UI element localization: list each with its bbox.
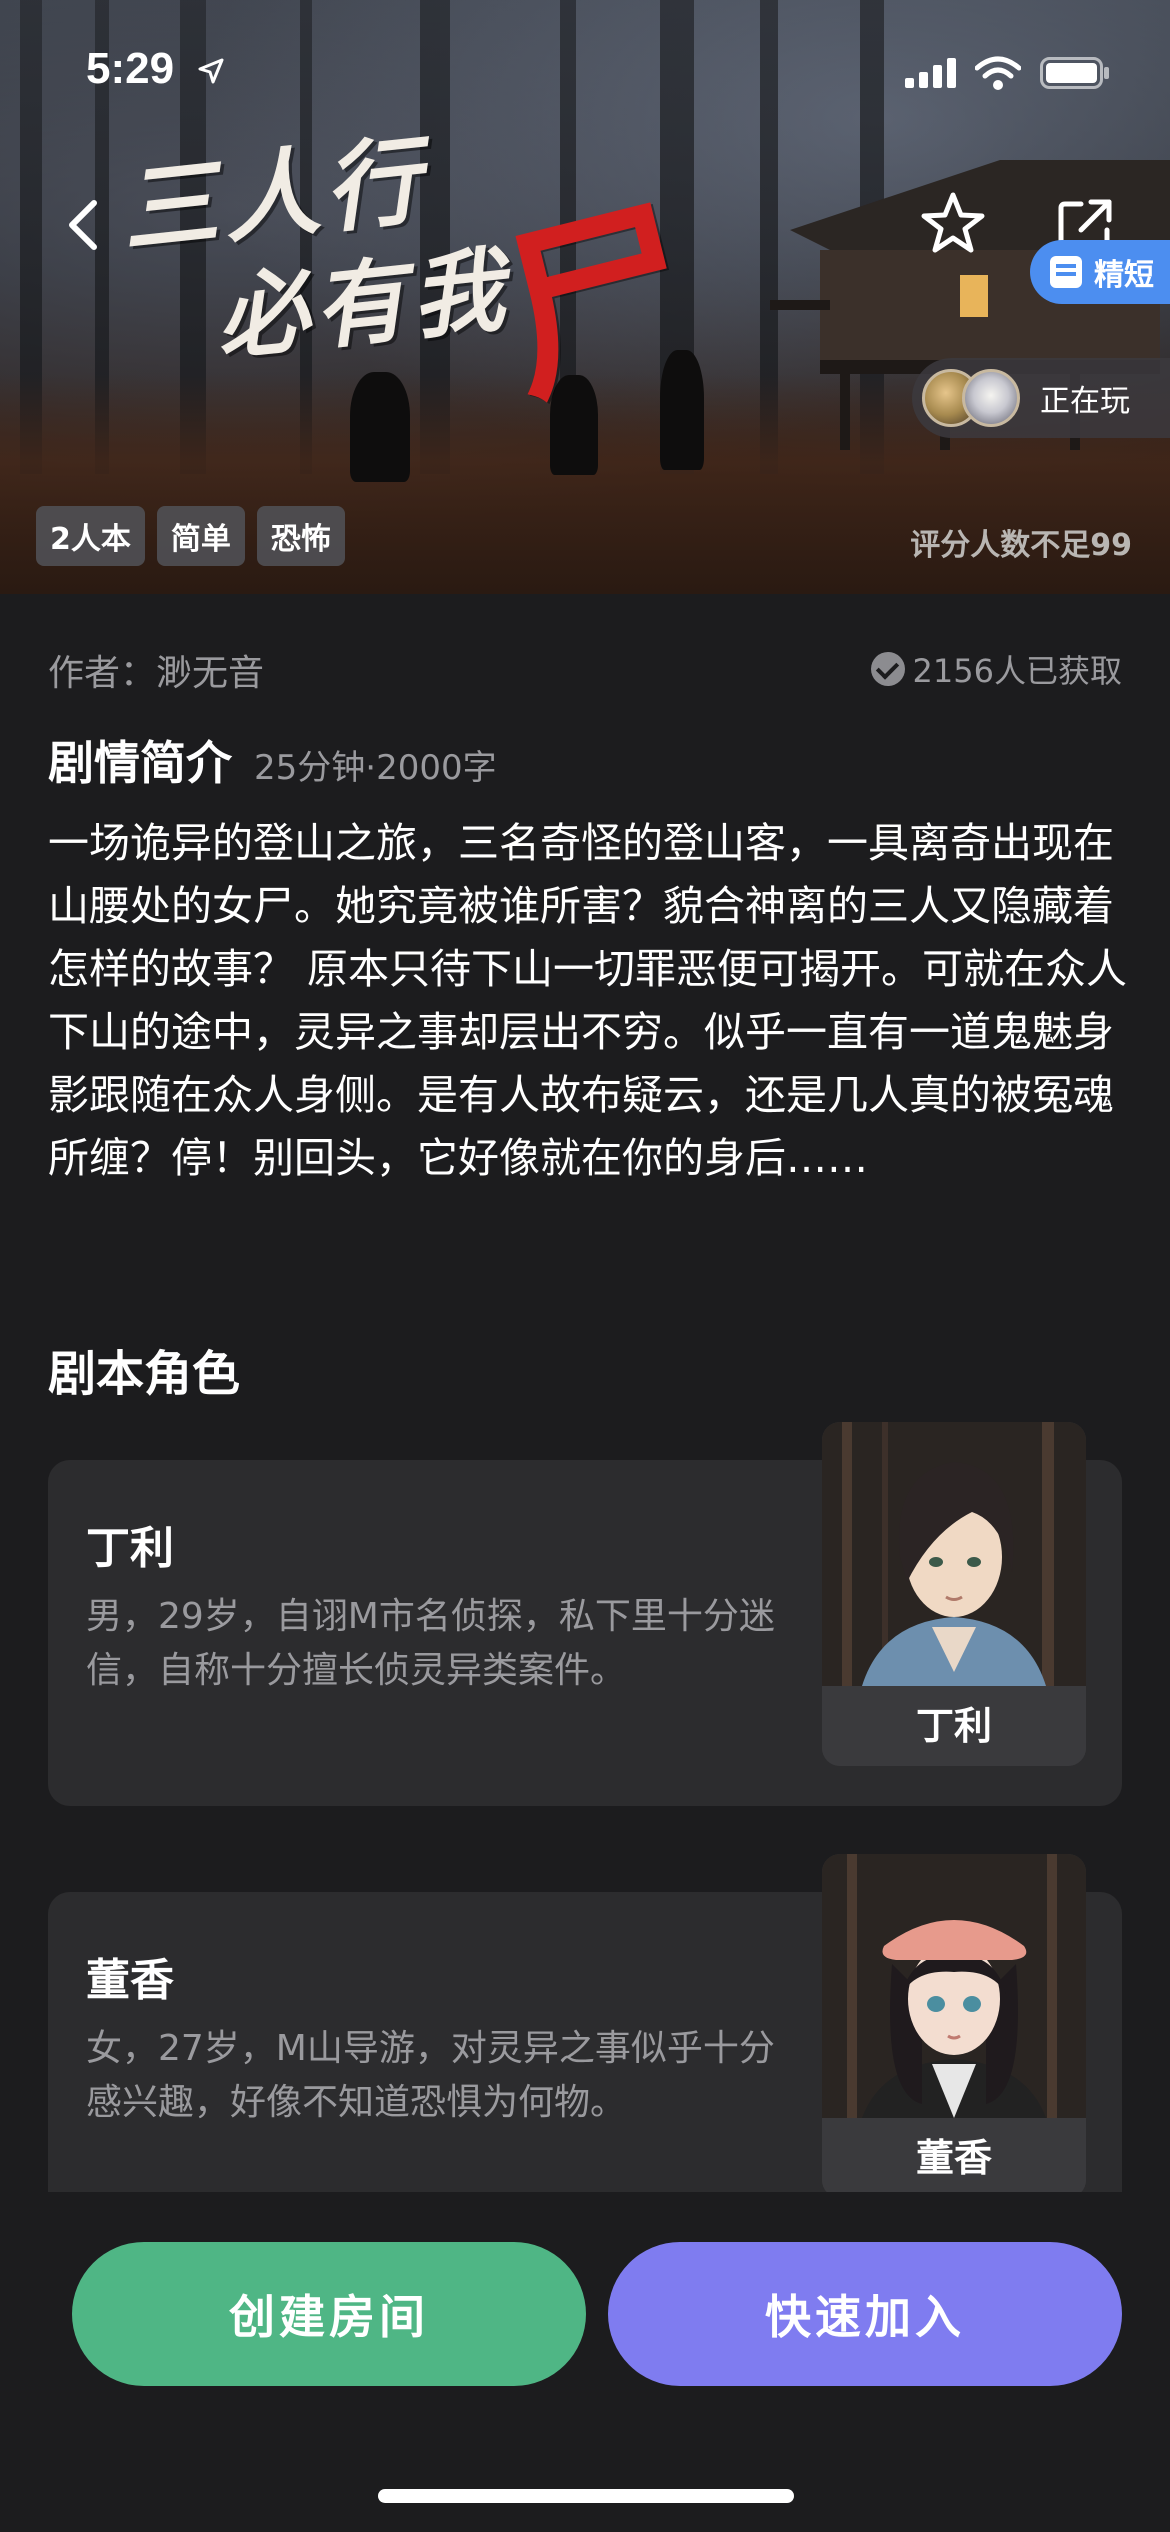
author-name[interactable]: 作者：渺无音 xyxy=(48,644,264,696)
silhouette-figure xyxy=(350,372,410,482)
character-portrait-image xyxy=(822,1422,1086,1686)
author-row: 作者：渺无音 2156人已获取 xyxy=(48,644,1122,694)
battery-icon xyxy=(1040,57,1109,89)
role-name: 丁利 xyxy=(86,1523,174,1574)
tag-genre: 恐怖 xyxy=(256,506,345,566)
status-time: 5:29 xyxy=(86,44,175,93)
title-artwork: 三人行 必有我 尸 xyxy=(110,110,718,434)
rating-note: 评分人数不足99 xyxy=(910,528,1132,563)
role-portrait[interactable]: 丁利 xyxy=(822,1422,1086,1766)
create-room-button[interactable]: 创建房间 xyxy=(72,2242,586,2386)
obtained-count: 2156人已获取 xyxy=(870,646,1122,692)
role-card[interactable]: 董香 女，27岁，M山导游，对灵异之事似乎十分感兴趣，好像不知道恐惧为何物。 董… xyxy=(48,1854,1122,2198)
roles-title: 剧本角色 xyxy=(48,1346,241,1402)
now-playing-pill[interactable]: 正在玩 xyxy=(912,358,1170,438)
book-icon xyxy=(1050,256,1082,288)
obtained-label: 2156人已获取 xyxy=(912,652,1122,690)
cellular-signal-icon xyxy=(905,58,956,88)
character-portrait-image xyxy=(822,1854,1086,2118)
home-indicator xyxy=(378,2489,794,2503)
synopsis-title: 剧情简介 xyxy=(48,736,232,790)
cover-banner: 三人行 必有我 尸 5:29 精短 正在玩 2人本 简单 恐怖 评分人数不足99 xyxy=(0,0,1170,594)
badge-label: 精短 xyxy=(1094,258,1154,293)
quick-join-button[interactable]: 快速加入 xyxy=(608,2242,1122,2386)
favorite-star-icon[interactable] xyxy=(920,190,986,256)
tag-players: 2人本 xyxy=(36,506,145,566)
portrait-label: 丁利 xyxy=(822,1686,1086,1766)
synopsis-header: 剧情简介 25分钟·2000字 xyxy=(48,727,497,793)
back-chevron-icon[interactable] xyxy=(60,195,108,255)
short-script-badge: 精短 xyxy=(1030,240,1170,304)
synopsis-meta: 25分钟·2000字 xyxy=(254,748,497,788)
tag-list: 2人本 简单 恐怖 xyxy=(36,506,345,566)
now-playing-label: 正在玩 xyxy=(1040,384,1130,419)
role-portrait[interactable]: 董香 xyxy=(822,1854,1086,2198)
wifi-icon xyxy=(975,56,1021,90)
status-bar: 5:29 xyxy=(0,0,1170,140)
tag-difficulty: 简单 xyxy=(156,506,245,566)
avatar xyxy=(962,369,1020,427)
synopsis-text: 一场诡异的登山之旅，三名奇怪的登山客，一具离奇出现在山腰处的女尸。她究竟被谁所害… xyxy=(48,819,1128,1182)
role-card[interactable]: 丁利 男，29岁，自诩M市名侦探，私下里十分迷信，自称十分擅长侦灵异类案件。 丁… xyxy=(48,1422,1122,1806)
role-name: 董香 xyxy=(86,1955,174,2006)
role-description: 女，27岁，M山导游，对灵异之事似乎十分感兴趣，好像不知道恐惧为何物。 xyxy=(86,2028,775,2123)
location-arrow-icon xyxy=(198,58,224,84)
portrait-label: 董香 xyxy=(822,2118,1086,2198)
check-circle-icon xyxy=(870,652,905,686)
role-description: 男，29岁，自诩M市名侦探，私下里十分迷信，自称十分擅长侦灵异类案件。 xyxy=(86,1596,775,1691)
